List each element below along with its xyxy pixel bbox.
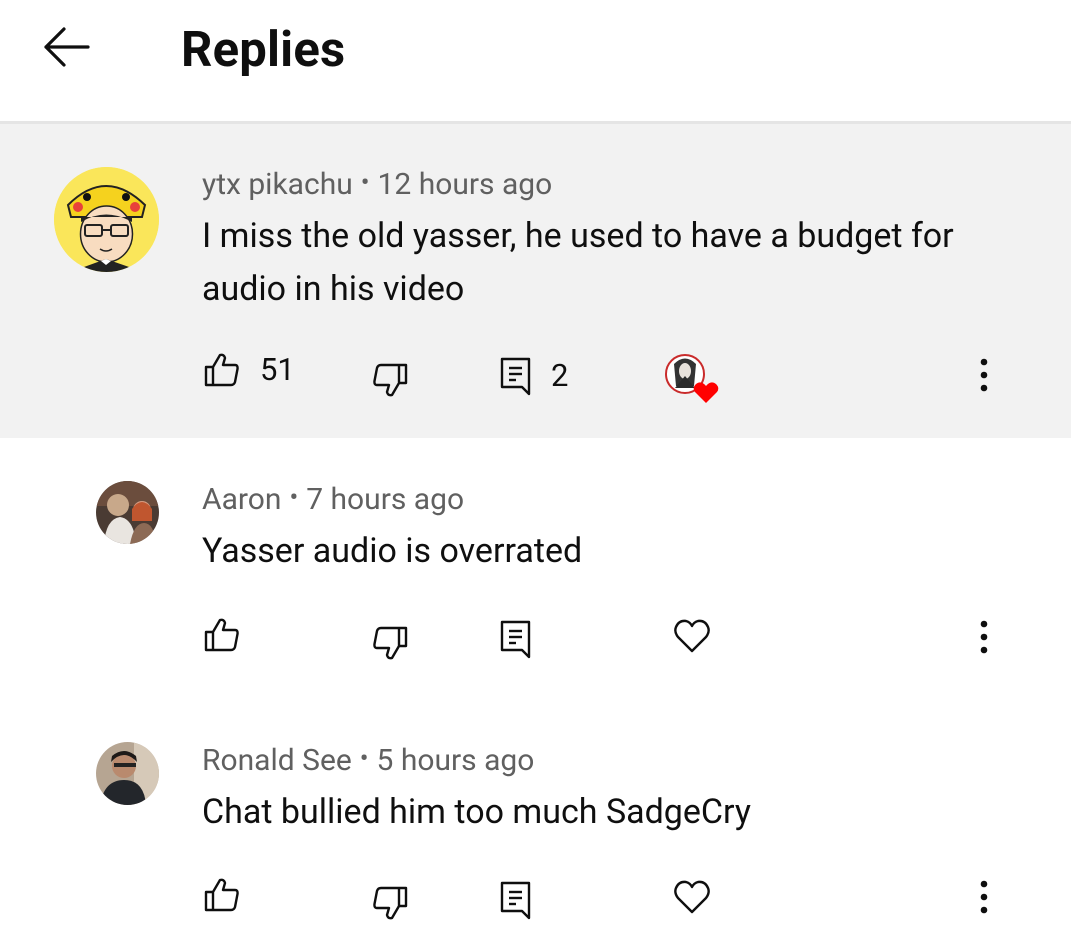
reply-button[interactable] [500, 880, 532, 920]
heart-button[interactable] [673, 879, 711, 915]
dislike-button[interactable] [372, 625, 408, 661]
user-photo-icon [96, 481, 159, 544]
reply-comment: Aaron • 7 hours ago Yasser audio is overra… [0, 438, 1071, 700]
heart-button[interactable] [673, 618, 711, 654]
dislike-button[interactable] [372, 885, 408, 921]
kebab-menu-icon [980, 358, 988, 392]
meta-separator: • [289, 483, 299, 513]
heart-outline-icon [674, 619, 710, 653]
comment-time[interactable]: 7 hours ago [306, 482, 464, 517]
like-button[interactable]: 51 [204, 352, 295, 388]
avatar[interactable] [54, 167, 159, 272]
reply-comment: Ronald See • 5 hours ago Chat bullied him … [0, 700, 1071, 944]
comment-meta: Aaron • 7 hours ago [202, 482, 464, 519]
comment-author[interactable]: Ronald See [202, 743, 352, 778]
comment-text: Yasser audio is overrated [202, 531, 583, 571]
reply-icon [500, 620, 531, 659]
pikachu-avatar-icon [54, 167, 159, 272]
highlighted-comment: ytx pikachu • 12 hours ago I miss the old … [0, 124, 1071, 438]
comment-author[interactable]: Aaron [202, 482, 281, 517]
creator-heart-icon [665, 354, 719, 403]
avatar[interactable] [96, 742, 159, 805]
comment-time[interactable]: 5 hours ago [377, 743, 535, 778]
thumbs-up-icon [204, 878, 239, 912]
reply-count: 2 [551, 357, 569, 394]
like-button[interactable] [204, 877, 240, 913]
kebab-menu-icon [980, 620, 988, 654]
more-options-button[interactable] [966, 612, 1002, 662]
comment-meta: Ronald See • 5 hours ago [202, 743, 534, 780]
like-button[interactable] [204, 617, 240, 653]
comment-meta: ytx pikachu • 12 hours ago [202, 167, 552, 204]
user-photo-icon [96, 742, 159, 805]
reply-icon [500, 881, 531, 920]
replies-header: Replies [0, 0, 1071, 124]
reply-button[interactable]: 2 [500, 356, 568, 396]
kebab-menu-icon [980, 880, 988, 914]
meta-separator: • [359, 744, 369, 774]
comment-text: I miss the old yasser, he used to have a… [202, 216, 954, 309]
reply-icon [500, 357, 531, 396]
comment-time[interactable]: 12 hours ago [378, 167, 553, 202]
thumbs-down-icon [373, 363, 408, 397]
avatar[interactable] [96, 481, 159, 544]
more-options-button[interactable] [966, 350, 1002, 400]
meta-separator: • [360, 168, 370, 198]
thumbs-up-icon [204, 353, 239, 387]
dislike-button[interactable] [372, 362, 408, 398]
page-title: Replies [181, 21, 346, 78]
heart-outline-icon [674, 880, 710, 914]
comment-text: Chat bullied him too much SadgeCry [202, 792, 751, 832]
creator-heart[interactable] [665, 354, 723, 408]
thumbs-up-icon [204, 618, 239, 652]
back-button[interactable] [38, 22, 94, 72]
arrow-left-icon [44, 27, 90, 67]
thumbs-down-icon [373, 626, 408, 660]
like-count: 51 [260, 351, 295, 388]
more-options-button[interactable] [966, 872, 1002, 922]
comment-author[interactable]: ytx pikachu [202, 167, 353, 202]
thumbs-down-icon [373, 886, 408, 920]
reply-button[interactable] [500, 619, 532, 659]
